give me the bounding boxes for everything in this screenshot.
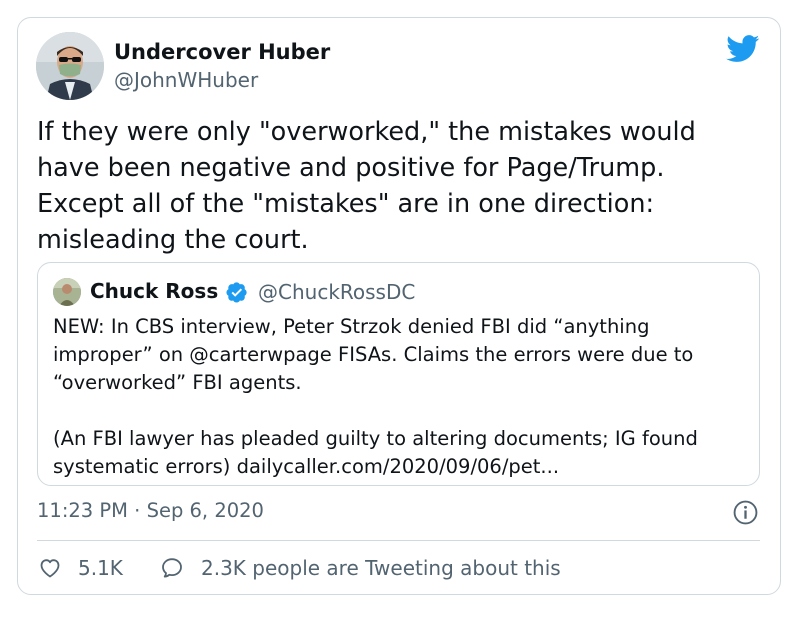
tweet-text: If they were only "overworked," the mist… (37, 117, 696, 255)
quote-author-handle[interactable]: @ChuckRossDC (258, 280, 415, 304)
author-avatar-image (36, 32, 104, 100)
quote-avatar-image (53, 278, 81, 306)
author-avatar[interactable] (36, 32, 104, 100)
speech-bubble-icon[interactable] (160, 556, 184, 580)
quote-paragraph-1: NEW: In CBS interview, Peter Strzok deni… (53, 315, 694, 394)
verified-badge-icon (226, 282, 247, 303)
quote-author-name[interactable]: Chuck Ross (90, 279, 218, 303)
heart-icon[interactable] (38, 556, 62, 580)
quote-author-avatar[interactable] (53, 278, 81, 306)
author-handle[interactable]: @JohnWHuber (114, 68, 258, 92)
tweet-timestamp[interactable]: 11:23 PM · Sep 6, 2020 (37, 499, 264, 522)
info-icon[interactable] (733, 500, 758, 525)
like-count[interactable]: 5.1K (78, 556, 123, 580)
author-name[interactable]: Undercover Huber (114, 40, 330, 64)
quote-paragraph-2: (An FBI lawyer has pleaded guilty to alt… (53, 427, 698, 478)
quote-text: NEW: In CBS interview, Peter Strzok deni… (53, 313, 753, 481)
divider (37, 540, 760, 541)
twitter-bird-icon[interactable] (726, 35, 760, 63)
tweeting-about-link[interactable]: 2.3K people are Tweeting about this (201, 556, 561, 580)
